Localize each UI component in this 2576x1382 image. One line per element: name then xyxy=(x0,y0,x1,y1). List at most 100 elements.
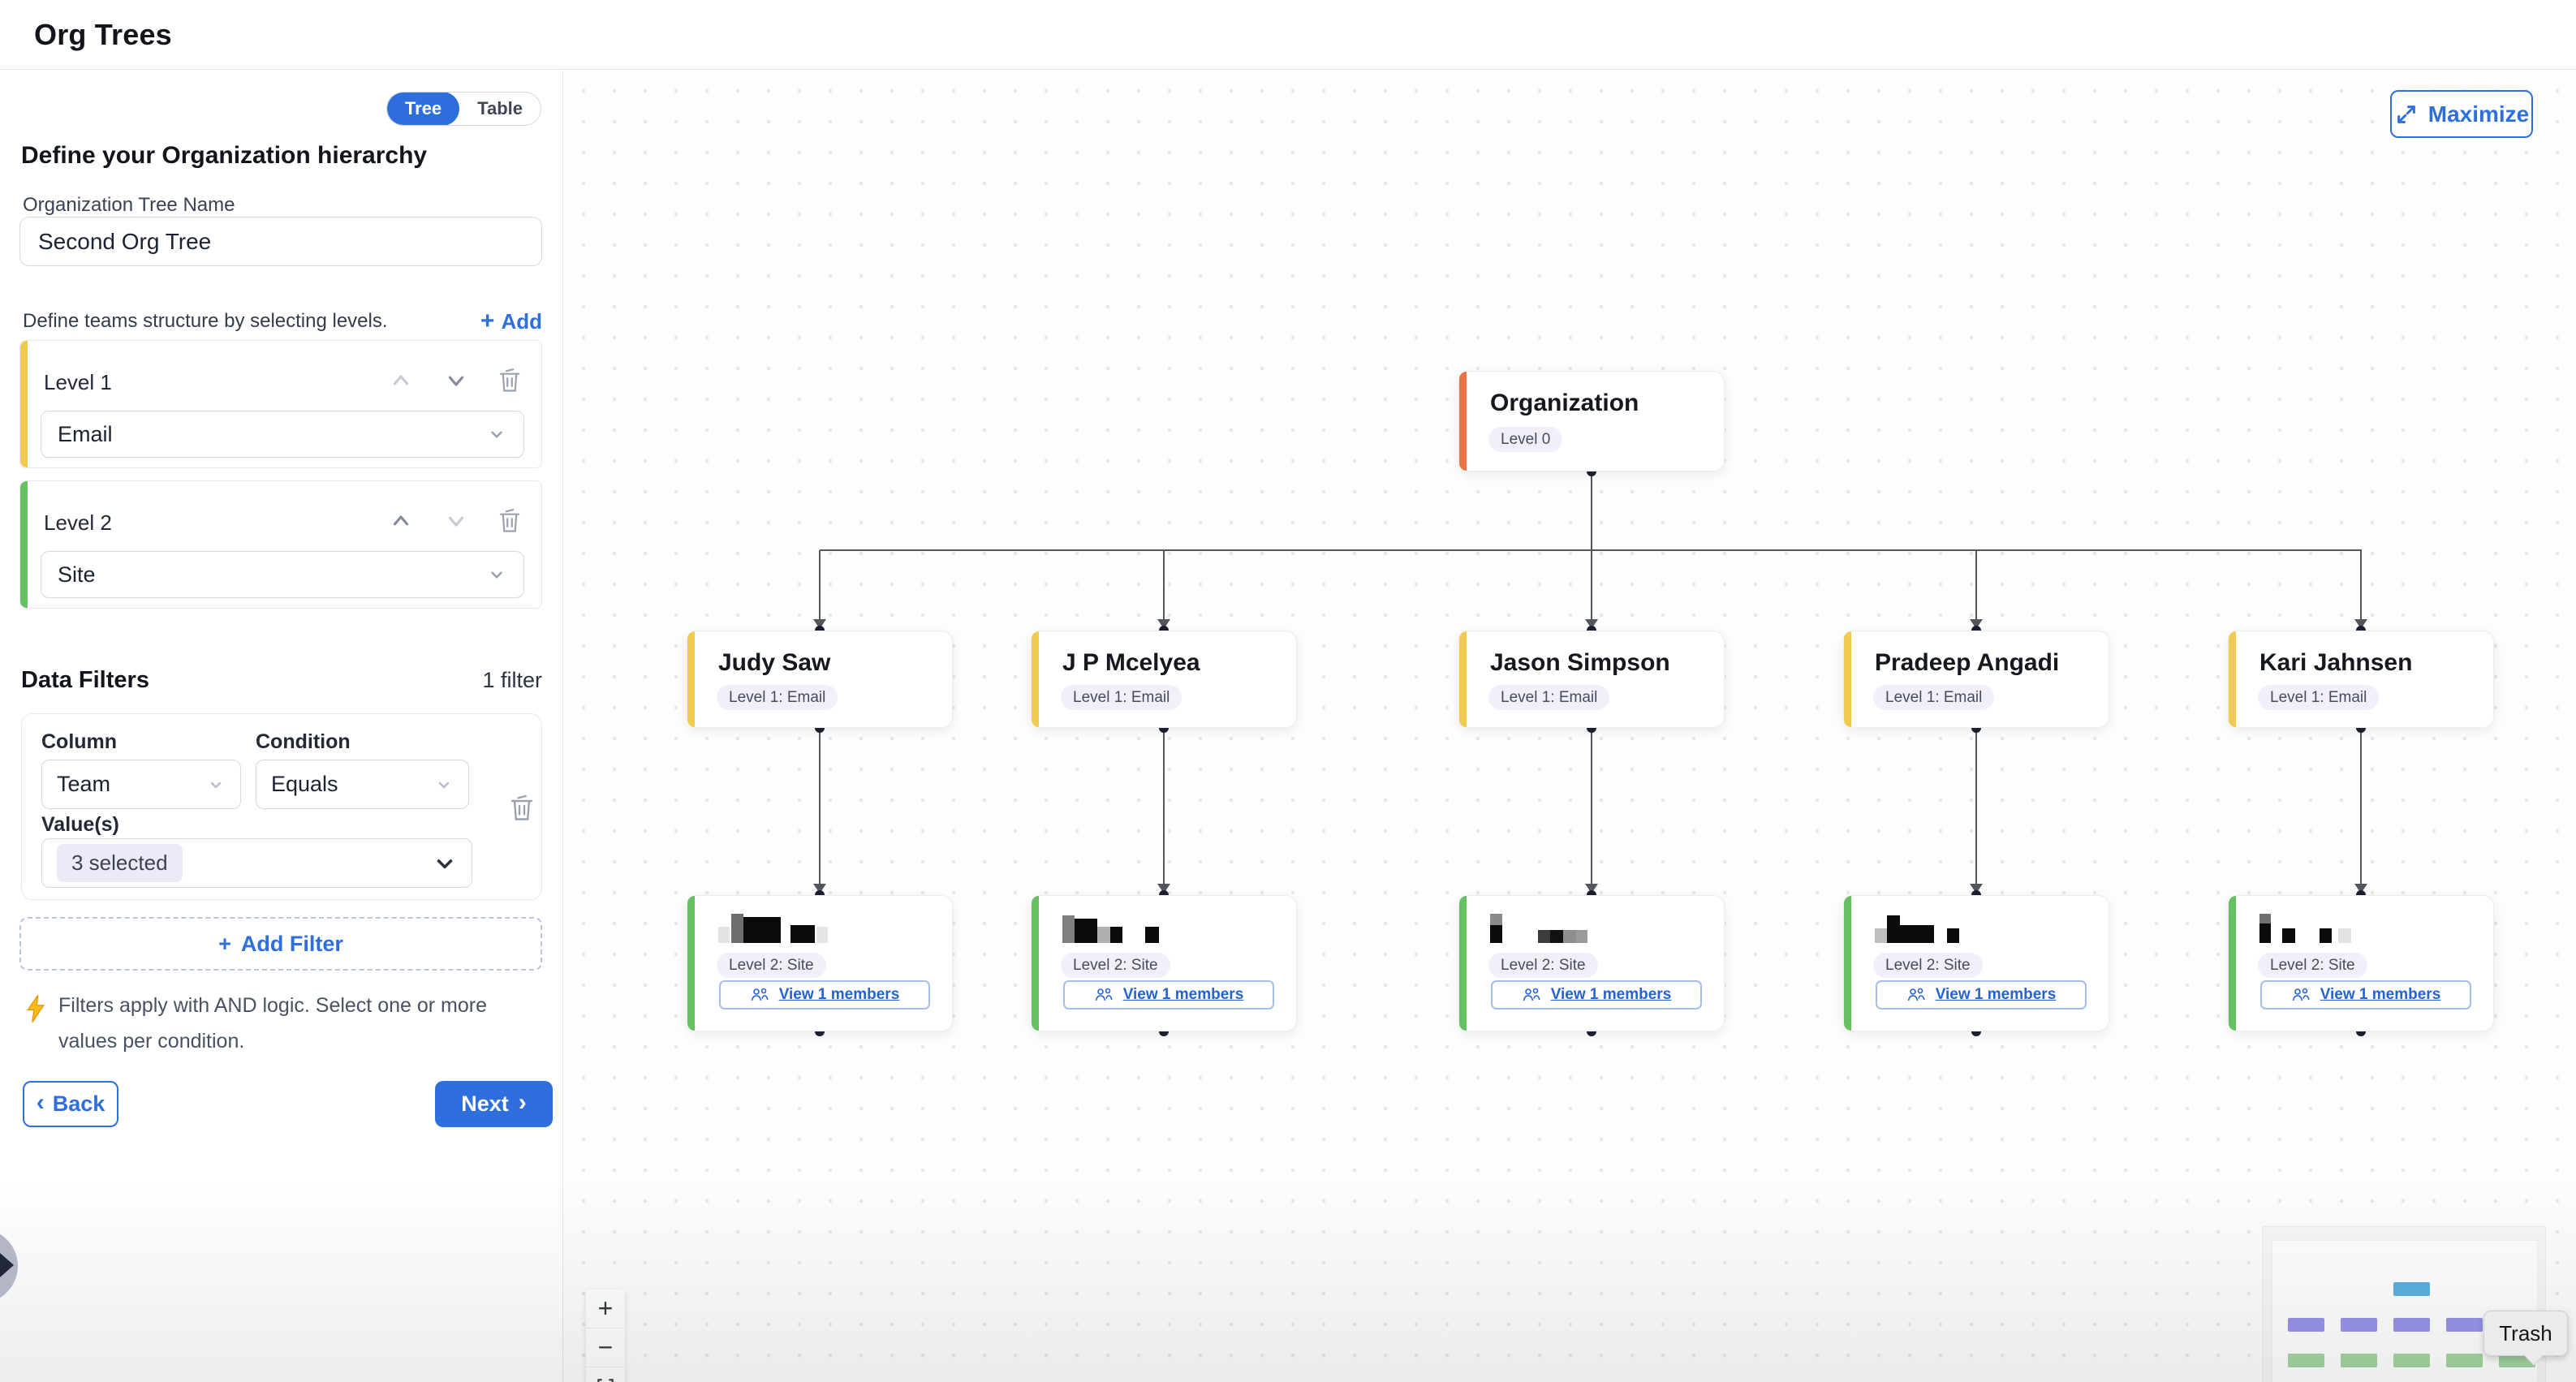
toggle-tree[interactable]: Tree xyxy=(387,92,459,126)
level2-node[interactable]: Level 2: Site View 1 members xyxy=(1458,895,1725,1031)
toggle-table[interactable]: Table xyxy=(459,92,541,126)
plus-icon: + xyxy=(480,308,495,335)
back-button[interactable]: ‹ Back xyxy=(23,1081,118,1127)
fit-view-button[interactable] xyxy=(586,1367,625,1382)
canvas-zoom-controls: + − xyxy=(586,1289,625,1382)
move-up-icon[interactable] xyxy=(386,365,416,396)
level2-node[interactable]: Level 2: Site View 1 members xyxy=(1843,895,2109,1031)
trash-icon[interactable] xyxy=(496,366,523,395)
level1-node[interactable]: Kari Jahnsen Level 1: Email xyxy=(2228,631,2494,728)
move-up-icon[interactable] xyxy=(386,506,416,536)
node-accent xyxy=(1032,896,1039,1031)
view-members-button[interactable]: View 1 members xyxy=(2260,980,2471,1010)
condition-select[interactable]: Equals xyxy=(256,760,469,809)
node-title: Organization xyxy=(1490,390,1639,417)
trash-icon[interactable] xyxy=(507,792,536,824)
edge-root xyxy=(1591,471,1592,550)
column-select[interactable]: Team xyxy=(41,760,241,809)
level-2-select[interactable]: Site xyxy=(41,551,524,598)
node-accent xyxy=(1844,631,1851,727)
sidebar-heading: Define your Organization hierarchy xyxy=(21,142,427,170)
plus-icon: + xyxy=(218,932,231,957)
values-select[interactable]: 3 selected xyxy=(41,838,472,888)
redacted-title xyxy=(2259,912,2351,943)
next-button[interactable]: Next › xyxy=(435,1081,553,1127)
zoom-in-button[interactable]: + xyxy=(586,1289,625,1328)
node-accent xyxy=(1844,896,1851,1031)
level1-node[interactable]: J P Mcelyea Level 1: Email xyxy=(1031,631,1297,728)
lightning-icon xyxy=(24,994,47,1023)
view-members-button[interactable]: View 1 members xyxy=(1491,980,1702,1010)
node-accent xyxy=(1032,631,1039,727)
filters-note: Filters apply with AND logic. Select one… xyxy=(24,988,503,1059)
move-down-icon[interactable] xyxy=(441,365,472,396)
view-members-button[interactable]: View 1 members xyxy=(1876,980,2087,1010)
column-label: Column xyxy=(41,730,117,754)
level2-node[interactable]: Level 2: Site View 1 members xyxy=(1031,895,1297,1031)
minimap-level2-node xyxy=(2393,1354,2430,1367)
levels-hint: Define teams structure by selecting leve… xyxy=(23,310,388,333)
redacted-title xyxy=(1490,912,1587,943)
members-icon xyxy=(750,986,771,1004)
edge-drop xyxy=(1163,550,1165,619)
level2-node[interactable]: Level 2: Site View 1 members xyxy=(687,895,953,1031)
chevron-down-icon xyxy=(486,564,507,585)
selected-count-pill: 3 selected xyxy=(57,844,183,882)
view-toggle: Tree Table xyxy=(386,92,541,126)
tree-name-label: Organization Tree Name xyxy=(23,194,235,217)
minimap-root-node xyxy=(2393,1282,2430,1296)
minimap-level1-node xyxy=(2288,1318,2324,1332)
org-tree-canvas[interactable]: Maximize Organization Level 0 xyxy=(563,71,2576,1382)
chevron-down-icon xyxy=(206,775,226,794)
view-members-button[interactable]: View 1 members xyxy=(1063,980,1274,1010)
node-accent xyxy=(687,631,695,727)
view-members-button[interactable]: View 1 members xyxy=(719,980,930,1010)
trash-icon[interactable] xyxy=(496,506,523,536)
level1-node[interactable]: Judy Saw Level 1: Email xyxy=(687,631,953,728)
node-accent xyxy=(1459,631,1467,727)
minimap-level2-node xyxy=(2446,1354,2483,1367)
add-level-button[interactable]: + Add xyxy=(480,308,542,335)
zoom-out-button[interactable]: − xyxy=(586,1328,625,1367)
level-badge: Level 2: Site xyxy=(1873,953,1983,978)
minimap[interactable] xyxy=(2262,1226,2546,1382)
level-1-label: Level 1 xyxy=(44,370,112,395)
minimap-level2-node xyxy=(2341,1354,2377,1367)
node-title: Kari Jahnsen xyxy=(2259,649,2412,677)
members-icon xyxy=(1522,986,1543,1004)
top-bar: Org Trees xyxy=(0,0,2576,70)
level1-node[interactable]: Jason Simpson Level 1: Email xyxy=(1458,631,1725,728)
sidebar-panel: Tree Table Define your Organization hier… xyxy=(0,71,563,1382)
chevron-right-icon: › xyxy=(519,1091,527,1115)
trash-tooltip: Trash xyxy=(2483,1311,2568,1356)
level-badge: Level 1: Email xyxy=(1061,685,1182,710)
values-label: Value(s) xyxy=(41,813,119,837)
edge-drop xyxy=(1591,550,1592,619)
level1-node[interactable]: Pradeep Angadi Level 1: Email xyxy=(1843,631,2109,728)
level-badge: Level 2: Site xyxy=(2258,953,2367,978)
fit-view-icon xyxy=(595,1376,616,1382)
minimap-level2-node xyxy=(2288,1354,2324,1367)
level-badge: Level 2: Site xyxy=(1488,953,1598,978)
level-badge: Level 1: Email xyxy=(1488,685,1609,710)
node-accent xyxy=(687,896,695,1031)
members-icon xyxy=(1906,986,1928,1004)
level-badge: Level 0 xyxy=(1488,427,1562,452)
level2-node[interactable]: Level 2: Site View 1 members xyxy=(2228,895,2494,1031)
move-down-icon[interactable] xyxy=(441,506,472,536)
chevron-left-icon: ‹ xyxy=(37,1091,45,1115)
edge-drop xyxy=(819,550,821,619)
maximize-button[interactable]: Maximize xyxy=(2390,90,2533,138)
minimap-level1-node xyxy=(2446,1318,2483,1332)
org-root-node[interactable]: Organization Level 0 xyxy=(1458,371,1725,471)
minimap-level1-node xyxy=(2393,1318,2430,1332)
add-filter-button[interactable]: + Add Filter xyxy=(19,917,542,971)
tree-name-input[interactable] xyxy=(19,217,542,266)
level-2-accent xyxy=(20,481,28,608)
edge-mid xyxy=(2360,728,2362,884)
edge-drop xyxy=(2360,550,2362,619)
edge-mid xyxy=(819,728,821,884)
edge-mid xyxy=(1163,728,1165,884)
level-1-select[interactable]: Email xyxy=(41,411,524,458)
node-title: Pradeep Angadi xyxy=(1875,649,2059,677)
